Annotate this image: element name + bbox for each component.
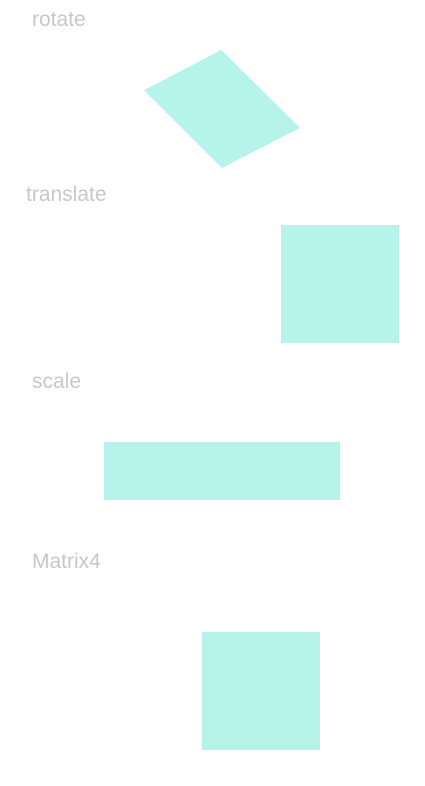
translated-square [281, 225, 399, 343]
matrix4-label: Matrix4 [32, 550, 101, 573]
rotated-square [144, 50, 300, 168]
matrix4-square [202, 632, 320, 750]
scale-label: scale [32, 370, 82, 393]
rotate-label: rotate [32, 8, 86, 31]
translate-label: translate [26, 183, 107, 206]
scaled-rectangle [104, 442, 340, 500]
